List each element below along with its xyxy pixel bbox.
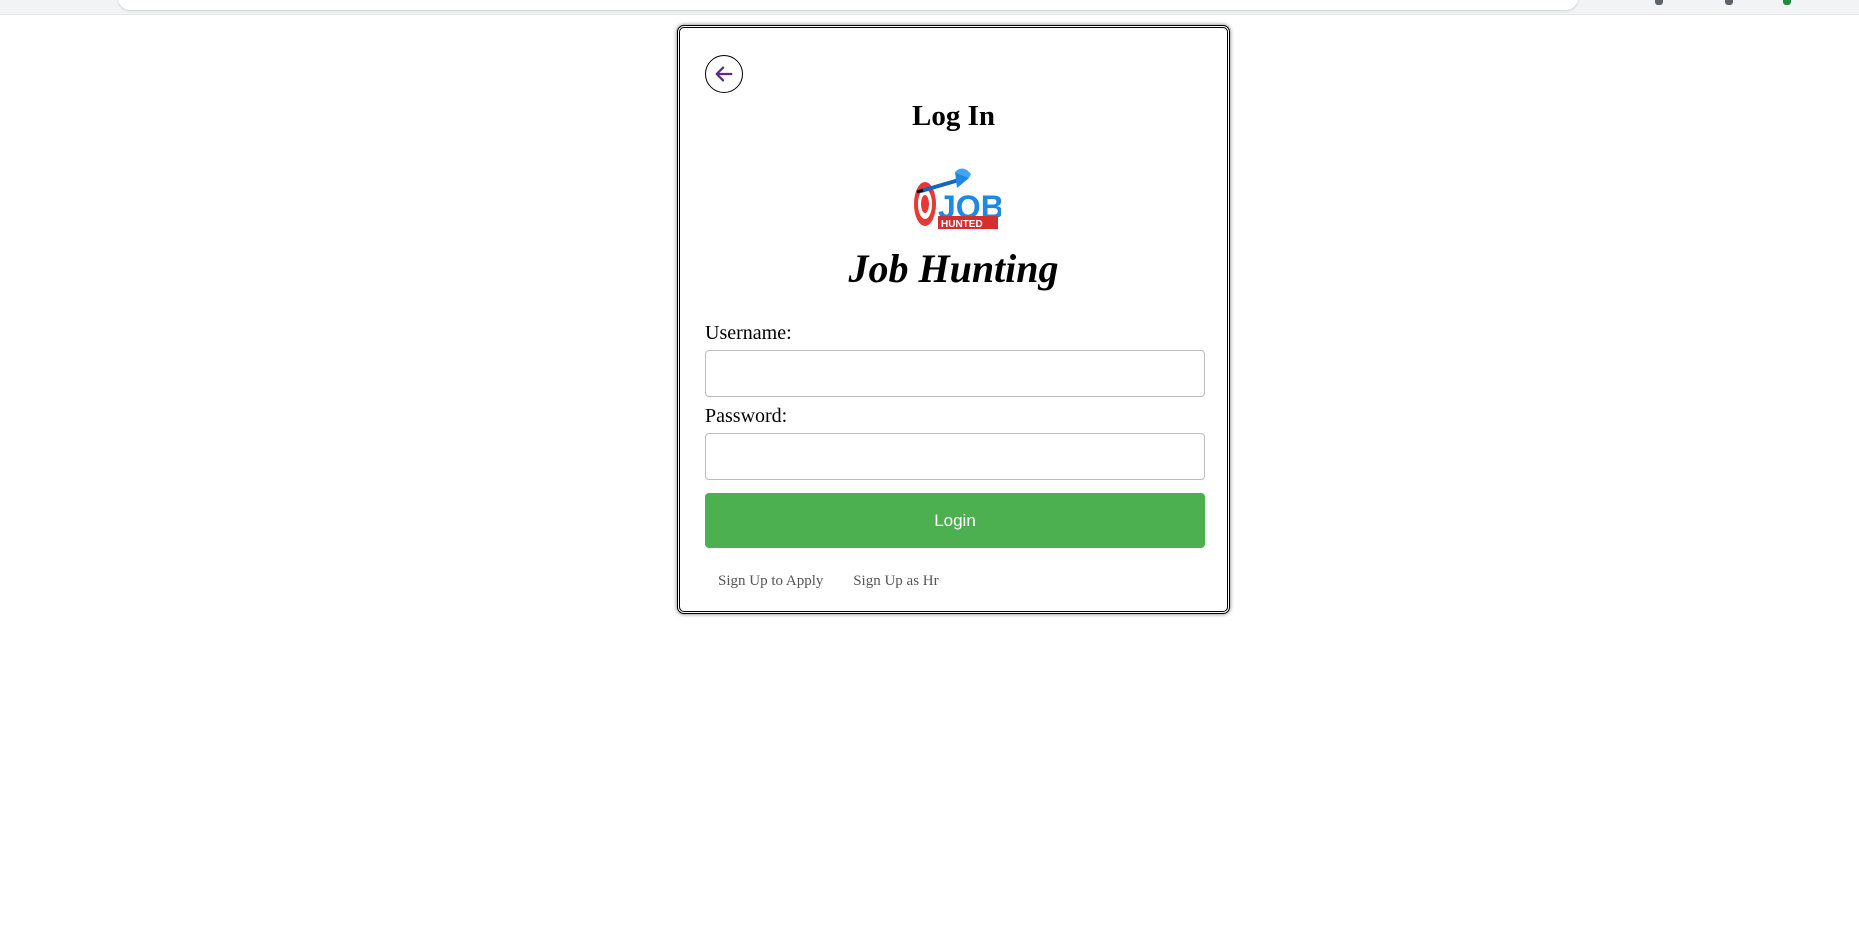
address-bar[interactable] xyxy=(118,0,1578,10)
password-input[interactable] xyxy=(705,433,1205,480)
job-logo-icon: JOB HUNTED xyxy=(914,168,1001,230)
logo-lettering: HUNTED xyxy=(941,219,983,230)
signup-hr-link[interactable]: Sign Up as Hr xyxy=(853,573,938,589)
back-button[interactable] xyxy=(705,55,743,93)
signup-apply-link[interactable]: Sign Up to Apply xyxy=(718,573,823,589)
extension-icon[interactable] xyxy=(1655,0,1663,5)
login-card: Log In JOB HUNTED Job Hunting Username: … xyxy=(677,25,1230,614)
username-label: Username: xyxy=(705,322,792,344)
page-title: Log In xyxy=(911,100,995,132)
arrow-left-icon xyxy=(715,66,733,82)
password-label: Password: xyxy=(705,405,788,427)
signup-links: Sign Up to Apply Sign Up as Hr xyxy=(718,573,965,590)
profile-icon[interactable] xyxy=(1783,0,1791,5)
brand-name: Job Hunting xyxy=(848,246,1059,291)
login-button[interactable]: Login xyxy=(705,493,1205,548)
bookmark-icon[interactable] xyxy=(1725,0,1733,5)
username-input[interactable] xyxy=(705,350,1205,397)
browser-chrome xyxy=(0,0,1859,15)
